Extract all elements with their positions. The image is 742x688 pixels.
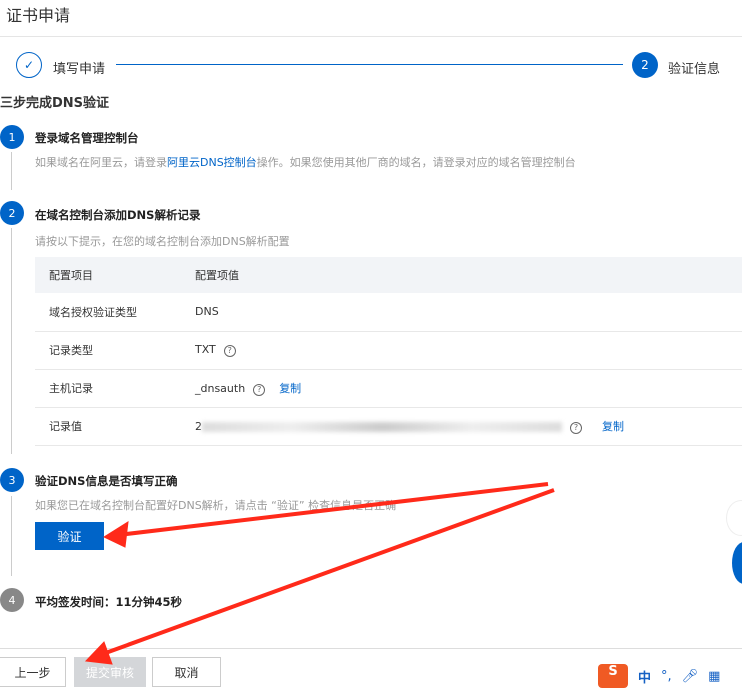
ime-lang[interactable]: 中 <box>638 667 651 686</box>
cell-value: TXT? <box>195 331 742 370</box>
footer-divider <box>0 648 742 649</box>
table-header: 配置项目 配置项值 <box>35 257 742 293</box>
submit-review-button[interactable]: 提交审核 <box>74 657 146 687</box>
step-3-desc: 如果您已在域名控制台配置好DNS解析，请点击 “验证” 检查信息是否正确 <box>35 499 397 512</box>
col-header: 配置项目 <box>35 257 195 293</box>
step-line <box>11 496 12 576</box>
table-row: 记录值 2? 复制 <box>35 407 742 446</box>
step-number-2: 2 <box>0 201 24 225</box>
copy-host-button[interactable]: 复制 <box>279 382 301 395</box>
step-connector <box>116 64 623 65</box>
cell-value: DNS <box>195 293 742 332</box>
step-number-3: 3 <box>0 468 24 492</box>
help-icon[interactable]: ? <box>253 384 266 396</box>
divider <box>0 36 742 37</box>
step-2-label: 验证信息 <box>668 62 721 77</box>
arrow-to-submit <box>99 488 555 657</box>
ime-toolbar[interactable]: S 中 °, 🎤︎ ▦ <box>598 664 742 688</box>
step-line <box>11 228 12 454</box>
cell-value: _dnsauth? 复制 <box>195 369 742 408</box>
table-row: 主机记录 _dnsauth? 复制 <box>35 369 742 408</box>
arrow-head <box>102 521 129 548</box>
dns-config-table: 配置项目 配置项值 域名授权验证类型 DNS 记录类型 TXT? 主机记录 _dnsau… <box>35 257 742 446</box>
table-row: 记录类型 TXT? <box>35 331 742 370</box>
copy-value-button[interactable]: 复制 <box>602 420 624 433</box>
help-icon[interactable]: ? <box>570 422 582 434</box>
table-row: 域名授权验证类型 DNS <box>35 293 742 332</box>
page-title: 证书申请 <box>6 6 71 25</box>
cell-name: 域名授权验证类型 <box>35 293 195 332</box>
step-2-desc: 请按以下提示，在您的域名控制台添加DNS解析配置 <box>35 235 290 248</box>
verify-button[interactable]: 验证 <box>35 522 104 550</box>
step-3-title: 验证DNS信息是否填写正确 <box>35 474 178 488</box>
value-text: TXT <box>195 343 216 356</box>
col-header: 配置项值 <box>195 257 742 293</box>
step-line <box>11 152 12 190</box>
float-button[interactable] <box>726 500 742 536</box>
step-1-label: 填写申请 <box>53 62 106 77</box>
prev-step-button[interactable]: 上一步 <box>0 657 66 687</box>
aliyun-dns-console-link[interactable]: 阿里云DNS控制台 <box>167 156 257 169</box>
step-done-check-icon: ✓ <box>16 52 42 78</box>
section-title: 三步完成DNS验证 <box>0 96 110 111</box>
float-help-button[interactable] <box>732 542 742 584</box>
cell-value: 2? 复制 <box>195 407 742 446</box>
step-1-desc: 如果域名在阿里云，请登录阿里云DNS控制台操作。如果您使用其他厂商的域名，请登录… <box>35 154 576 170</box>
value-text: _dnsauth <box>195 382 246 395</box>
ime-punct[interactable]: °, <box>661 669 672 684</box>
cancel-button[interactable]: 取消 <box>152 657 221 687</box>
help-icon[interactable]: ? <box>223 345 236 357</box>
keyboard-icon[interactable]: ▦ <box>708 669 720 684</box>
desc-text: 如果域名在阿里云，请登录 <box>35 156 167 169</box>
redacted-value <box>202 422 562 432</box>
step-1-title: 登录域名管理控制台 <box>35 131 139 145</box>
step-4-title: 平均签发时间：11分钟45秒 <box>35 595 183 609</box>
microphone-icon[interactable]: 🎤︎ <box>682 669 699 684</box>
sogou-logo-icon: S <box>598 664 628 688</box>
cell-name: 主机记录 <box>35 369 195 408</box>
step-2-indicator: 2 <box>632 52 658 78</box>
step-2-title: 在域名控制台添加DNS解析记录 <box>35 208 201 222</box>
cell-name: 记录值 <box>35 407 195 446</box>
value-text: 2 <box>195 420 202 433</box>
cell-name: 记录类型 <box>35 331 195 370</box>
step-number-1: 1 <box>0 125 24 149</box>
step-number-4: 4 <box>0 588 24 612</box>
desc-text: 操作。如果您使用其他厂商的域名，请登录对应的域名管理控制台 <box>256 156 576 169</box>
